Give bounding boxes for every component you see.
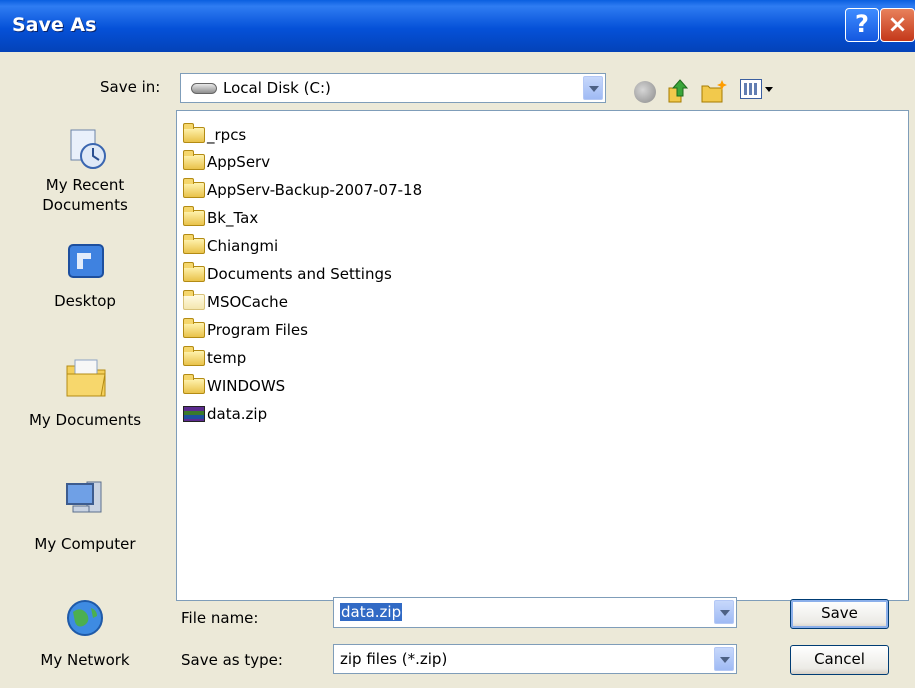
save-button[interactable]: Save xyxy=(790,599,889,629)
list-item[interactable]: Documents and Settings xyxy=(183,262,392,286)
help-button[interactable]: ? xyxy=(845,8,879,42)
folder-icon xyxy=(183,123,205,143)
file-name: Program Files xyxy=(207,321,308,339)
folder-icon xyxy=(183,290,205,310)
file-name-value[interactable]: data.zip xyxy=(340,603,403,621)
file-name-label: File name: xyxy=(181,609,259,627)
save-as-type-label: Save as type: xyxy=(181,651,283,669)
folder-icon xyxy=(183,318,205,338)
place-my-recent-documents[interactable]: My Recent Documents xyxy=(0,114,170,214)
list-item[interactable]: _rpcs xyxy=(183,123,246,147)
folder-icon xyxy=(183,346,205,366)
place-label: Documents xyxy=(42,196,128,214)
recent-documents-icon xyxy=(70,129,106,169)
list-item[interactable]: temp xyxy=(183,346,246,370)
file-name-field[interactable]: data.zip xyxy=(333,597,737,628)
list-item[interactable]: MSOCache xyxy=(183,290,288,314)
place-label: Desktop xyxy=(54,292,116,310)
list-item[interactable]: AppServ xyxy=(183,150,270,174)
new-folder-icon[interactable] xyxy=(700,78,728,104)
back-icon[interactable] xyxy=(634,81,656,103)
file-name: Chiangmi xyxy=(207,237,279,255)
chevron-down-icon[interactable] xyxy=(714,647,734,671)
file-name: AppServ-Backup-2007-07-18 xyxy=(207,181,423,199)
my-documents-icon xyxy=(66,359,106,397)
place-label: My Recent xyxy=(45,176,125,194)
place-label: My Network xyxy=(40,651,130,669)
file-name: MSOCache xyxy=(207,293,288,311)
file-name: data.zip xyxy=(207,405,268,423)
place-desktop[interactable]: Desktop xyxy=(0,234,170,344)
file-name: temp xyxy=(207,349,247,367)
file-list[interactable]: _rpcs AppServ AppServ-Backup-2007-07-18 … xyxy=(176,110,909,601)
cancel-button[interactable]: Cancel xyxy=(790,645,889,675)
folder-icon xyxy=(183,150,205,170)
zip-archive-icon xyxy=(183,406,205,422)
local-disk-icon xyxy=(191,83,217,94)
file-name: WINDOWS xyxy=(207,377,286,395)
folder-icon xyxy=(183,234,205,254)
folder-icon xyxy=(183,206,205,226)
list-item[interactable]: AppServ-Backup-2007-07-18 xyxy=(183,178,422,202)
list-item[interactable]: data.zip xyxy=(183,402,267,426)
place-label: My Computer xyxy=(34,535,136,553)
folder-icon xyxy=(183,374,205,394)
place-my-network[interactable]: My Network xyxy=(0,594,170,688)
up-folder-icon[interactable] xyxy=(666,78,690,104)
list-item[interactable]: Chiangmi xyxy=(183,234,278,258)
file-name: Bk_Tax xyxy=(207,209,259,227)
place-label: My Documents xyxy=(28,411,142,429)
place-my-documents[interactable]: My Documents xyxy=(0,354,170,464)
title-bar[interactable]: Save As ? × xyxy=(0,0,915,52)
place-my-computer[interactable]: My Computer xyxy=(0,474,170,584)
save-as-dialog: Save in: Local Disk (C:) My Recent Docum… xyxy=(0,52,915,688)
places-bar: My Recent Documents Desktop My Documents xyxy=(0,114,170,688)
views-menu-icon[interactable] xyxy=(740,79,762,99)
file-name: _rpcs xyxy=(207,126,247,144)
save-in-value: Local Disk (C:) xyxy=(223,79,331,97)
file-name: AppServ xyxy=(207,153,271,171)
window-title: Save As xyxy=(12,14,97,36)
close-button[interactable]: × xyxy=(880,8,915,42)
save-as-type-value: zip files (*.zip) xyxy=(340,650,448,668)
save-as-type-dropdown[interactable]: zip files (*.zip) xyxy=(333,644,737,674)
list-item[interactable]: Bk_Tax xyxy=(183,206,258,230)
save-in-dropdown[interactable]: Local Disk (C:) xyxy=(180,73,606,103)
folder-icon xyxy=(183,178,205,198)
desktop-icon xyxy=(68,244,104,278)
list-item[interactable]: Program Files xyxy=(183,318,308,342)
chevron-down-icon[interactable] xyxy=(714,600,734,624)
chevron-down-icon[interactable] xyxy=(583,76,603,100)
folder-icon xyxy=(183,262,205,282)
my-computer-icon xyxy=(66,481,102,513)
my-network-icon xyxy=(67,600,103,636)
list-item[interactable]: WINDOWS xyxy=(183,374,285,398)
file-name: Documents and Settings xyxy=(207,265,392,283)
save-in-label: Save in: xyxy=(100,78,161,96)
views-dropdown-caret-icon[interactable] xyxy=(765,87,773,92)
